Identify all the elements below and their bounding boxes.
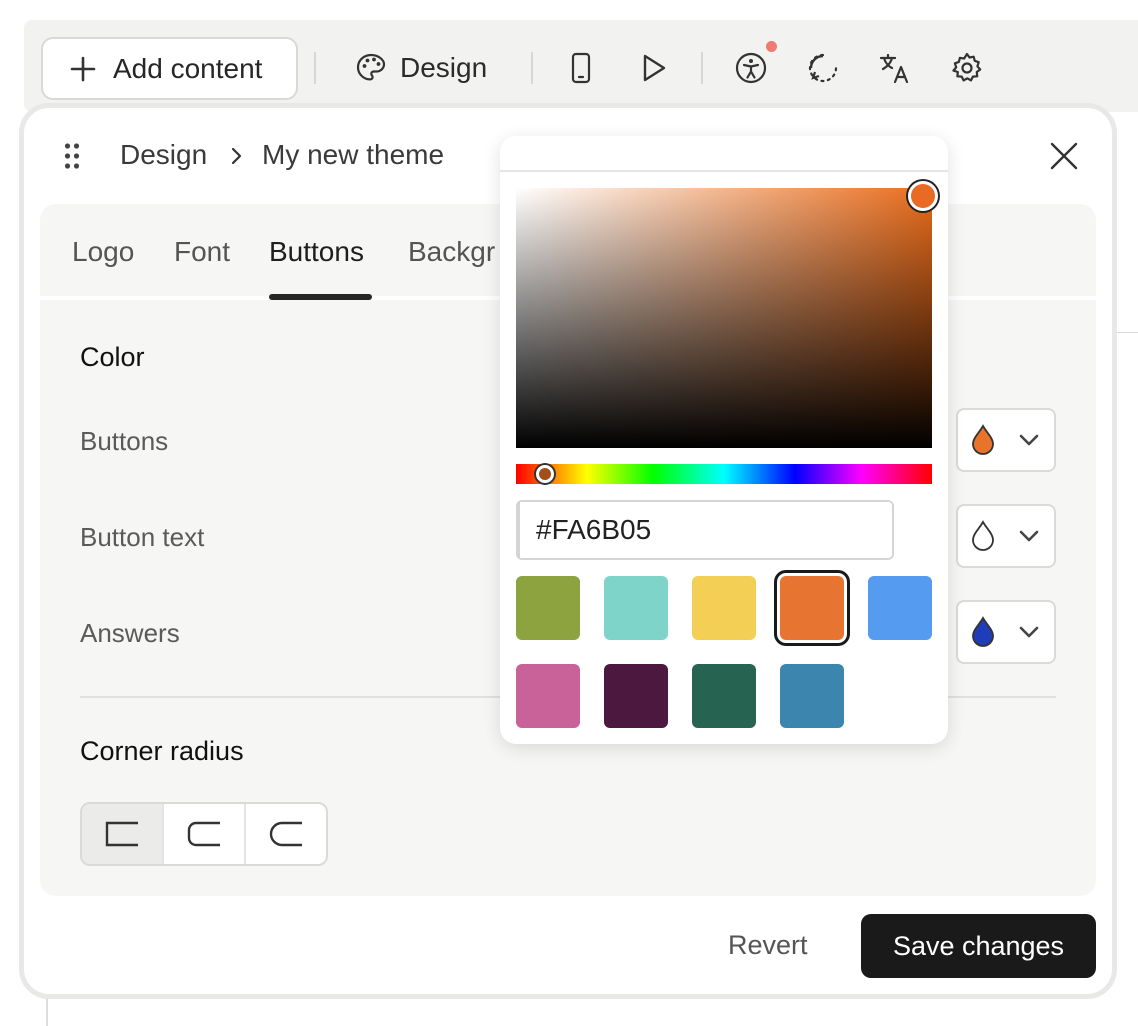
add-content-button[interactable]: Add content: [41, 37, 298, 100]
tab-logo[interactable]: Logo: [72, 236, 134, 268]
play-icon[interactable]: [635, 50, 671, 86]
close-icon[interactable]: [1047, 139, 1081, 173]
save-changes-button[interactable]: Save changes: [861, 914, 1096, 978]
design-button[interactable]: Design: [354, 48, 487, 88]
background-divider: [46, 995, 48, 1026]
color-swatch[interactable]: [604, 576, 668, 640]
active-tab-indicator: [269, 294, 372, 300]
color-swatch[interactable]: [780, 664, 844, 728]
answers-color-label: Answers: [80, 618, 180, 648]
tab-background[interactable]: Backgr: [408, 236, 495, 268]
corner-radius-square-option[interactable]: [82, 804, 164, 864]
color-swatch[interactable]: [692, 576, 756, 640]
gear-icon[interactable]: [949, 50, 985, 86]
color-swatch[interactable]: [868, 576, 932, 640]
color-swatch[interactable]: [516, 576, 580, 640]
color-swatch[interactable]: [692, 664, 756, 728]
corner-radius-rounded-option[interactable]: [164, 804, 246, 864]
revert-button[interactable]: Revert: [728, 930, 808, 961]
notification-dot: [766, 41, 777, 52]
toolbar-separator: [701, 52, 703, 84]
answers-color-select[interactable]: [956, 600, 1056, 664]
square-corner-icon: [105, 821, 138, 847]
hue-slider[interactable]: [516, 464, 932, 484]
plus-icon: [70, 56, 96, 81]
breadcrumb-root[interactable]: Design: [120, 139, 207, 171]
chevron-down-icon: [1019, 434, 1039, 446]
button-text-color-label: Button text: [80, 522, 205, 552]
color-section-title: Color: [80, 342, 145, 372]
palette-icon: [356, 53, 386, 81]
top-toolbar: Add content Design: [24, 20, 1138, 112]
rounded-corner-icon: [187, 821, 220, 847]
hue-handle[interactable]: [536, 465, 554, 483]
accessibility-icon[interactable]: [733, 50, 769, 86]
buttons-color-label: Buttons: [80, 426, 169, 456]
tab-font[interactable]: Font: [174, 236, 230, 268]
breadcrumb-current: My new theme: [262, 139, 445, 170]
add-content-label: Add content: [113, 52, 263, 84]
hex-field: [516, 500, 894, 560]
buttons-color-select[interactable]: [956, 408, 1056, 472]
toolbar-separator: [314, 52, 316, 84]
translate-icon[interactable]: [877, 50, 913, 86]
corner-radius-round-option[interactable]: [246, 804, 326, 864]
mobile-preview-icon[interactable]: [563, 50, 599, 86]
hex-input[interactable]: [520, 502, 892, 558]
color-swatch[interactable]: [516, 664, 580, 728]
corner-radius-selector: [80, 802, 328, 866]
chevron-down-icon: [1019, 530, 1039, 542]
loading-icon[interactable]: [805, 50, 841, 86]
color-drop-icon: [972, 520, 994, 551]
corner-radius-title: Corner radius: [80, 736, 244, 766]
button-text-color-select[interactable]: [956, 504, 1056, 568]
chevron-down-icon: [1019, 626, 1039, 638]
saturation-value-area[interactable]: [516, 188, 932, 448]
color-swatch[interactable]: [604, 664, 668, 728]
color-picker-popover: [500, 136, 948, 744]
round-corner-icon: [269, 821, 302, 847]
color-swatch[interactable]: [780, 576, 844, 640]
color-drop-icon: [972, 424, 994, 455]
toolbar-separator: [531, 52, 533, 84]
drag-handle-icon[interactable]: [64, 142, 80, 170]
saturation-handle[interactable]: [908, 181, 938, 211]
color-drop-icon: [972, 616, 994, 647]
tab-buttons[interactable]: Buttons: [269, 236, 364, 268]
design-label: Design: [400, 52, 488, 83]
popover-divider: [500, 170, 948, 172]
chevron-right-icon: [231, 147, 242, 165]
